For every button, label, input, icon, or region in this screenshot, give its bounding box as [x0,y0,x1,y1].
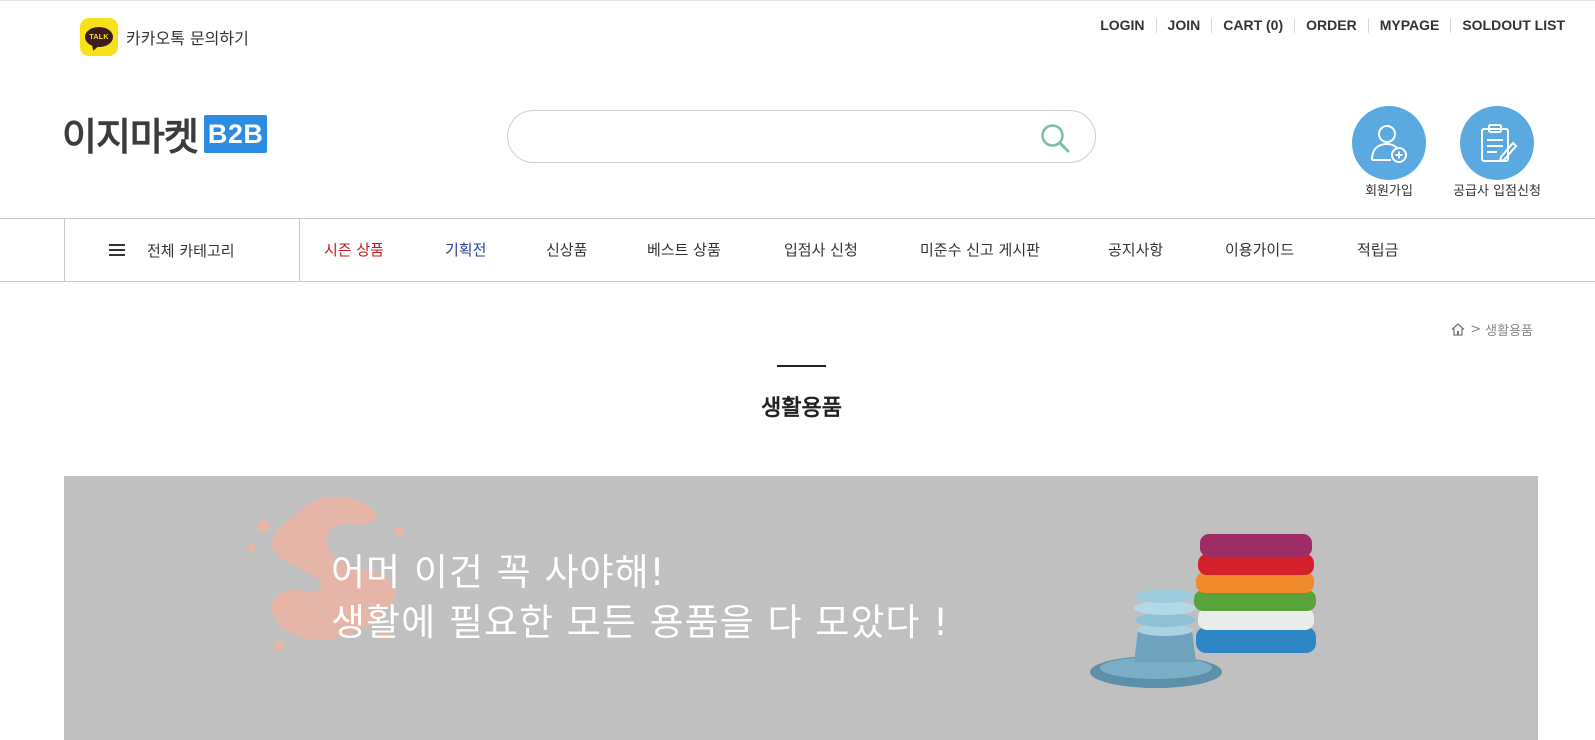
nav-item-violation-report-board[interactable]: 미준수 신고 게시판 [920,219,1040,281]
order-link[interactable]: ORDER [1295,18,1369,33]
supplier-apply-button[interactable] [1460,106,1534,180]
home-icon[interactable] [1451,323,1465,336]
logo-text: 이지마켓 [62,115,199,159]
nav-item-vendor-apply[interactable]: 입점사 신청 [784,219,858,281]
banner-line-2: 생활에 필요한 모든 용품을 다 모았다 ! [331,601,949,644]
banner-line-1: 어머 이건 꼭 사야해! [331,551,666,594]
nav-item-new-products[interactable]: 신상품 [546,219,587,281]
main-navigation: 전체 카테고리 시즌 상품 기획전 신상품 베스트 상품 입점사 신청 미준수 … [0,218,1595,282]
search-icon [1041,124,1070,153]
nav-item-special-exhibition[interactable]: 기획전 [445,219,486,281]
breadcrumb-current[interactable]: 생활용품 [1485,320,1533,339]
hamburger-menu-icon [109,244,125,256]
login-link[interactable]: LOGIN [1089,18,1157,33]
search-input[interactable] [532,121,1032,153]
kakao-badge-text: TALK [85,27,113,47]
title-accent-bar [777,365,826,367]
member-join-label: 회원가입 [1365,184,1413,199]
kakao-talk-icon: TALK [80,18,118,56]
soldout-list-link[interactable]: SOLDOUT LIST [1451,18,1565,33]
all-categories-label: 전체 카테고리 [147,241,235,260]
page-title: 생활용품 [761,396,842,421]
top-divider [0,0,1595,1]
nav-item-notices[interactable]: 공지사항 [1108,219,1163,281]
nav-item-best-products[interactable]: 베스트 상품 [647,219,721,281]
search-button[interactable] [1039,122,1071,154]
all-categories-button[interactable]: 전체 카테고리 [64,219,300,281]
supplier-apply-label: 공급사 입점신청 [1453,184,1541,199]
category-banner: 어머 이건 꼭 사야해! 생활에 필요한 모든 용품을 다 모았다 ! [64,476,1538,740]
breadcrumb-separator: > [1470,322,1482,337]
cart-link[interactable]: CART (0) [1212,18,1296,33]
join-link[interactable]: JOIN [1157,18,1213,33]
nav-item-points[interactable]: 적립금 [1357,219,1398,281]
logo-b2b-badge: B2B [203,114,268,153]
search-box [507,110,1096,163]
towels-and-bowls-image [1090,534,1316,688]
banner-headline: 어머 이건 꼭 사야해! 생활에 필요한 모든 용품을 다 모았다 ! [331,548,949,648]
member-join-button[interactable] [1352,106,1426,180]
top-utility-links: LOGIN JOIN CART (0) ORDER MYPAGE SOLDOUT… [1089,18,1565,33]
user-add-icon [1371,125,1407,163]
site-logo[interactable]: 이지마켓 B2B [62,106,268,161]
kakao-inquiry-link[interactable]: TALK 카카오톡 문의하기 [80,18,249,56]
kakao-inquiry-label: 카카오톡 문의하기 [126,29,249,48]
nav-item-usage-guide[interactable]: 이용가이드 [1225,219,1294,281]
breadcrumb: > 생활용품 [1451,320,1533,339]
mypage-link[interactable]: MYPAGE [1369,18,1452,33]
nav-item-season-products[interactable]: 시즌 상품 [324,219,384,281]
clipboard-pen-icon [1481,124,1518,163]
